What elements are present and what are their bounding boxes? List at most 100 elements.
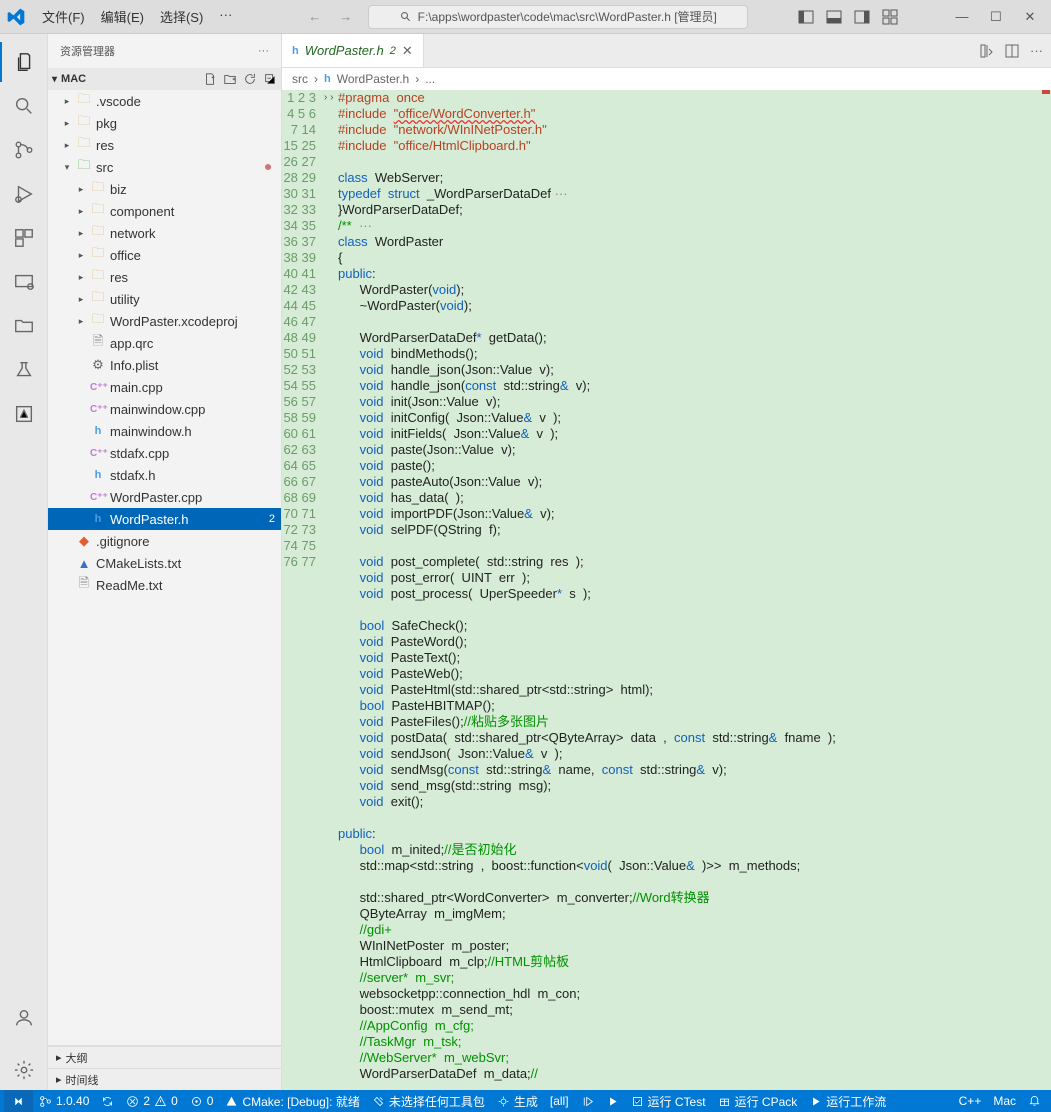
- minimize-icon[interactable]: —: [947, 9, 977, 25]
- sb-bell-icon[interactable]: [1022, 1094, 1047, 1107]
- breadcrumb-item[interactable]: WordPaster.h: [337, 72, 409, 86]
- outline-section[interactable]: ▸大纲: [48, 1046, 281, 1068]
- sb-target[interactable]: [all]: [544, 1090, 575, 1112]
- h-file-icon: h: [292, 45, 299, 57]
- layout-customize-icon[interactable]: [882, 9, 898, 25]
- tree-file[interactable]: ⚙Info.plist: [48, 354, 281, 376]
- activity-extensions-icon[interactable]: [0, 218, 48, 258]
- tree-folder[interactable]: ▸🗀WordPaster.xcodeproj: [48, 310, 281, 332]
- tree-folder[interactable]: ▸🗀utility: [48, 288, 281, 310]
- split-editor-icon[interactable]: [1004, 43, 1020, 59]
- activity-explorer-icon[interactable]: [0, 42, 48, 82]
- tree-file[interactable]: hstdafx.h: [48, 464, 281, 486]
- activity-scm-icon[interactable]: [0, 130, 48, 170]
- sb-build[interactable]: 生成: [491, 1090, 544, 1112]
- tree-folder[interactable]: ▸🗀pkg: [48, 112, 281, 134]
- editor-tabs: h WordPaster.h 2 ✕ ···: [282, 34, 1051, 68]
- tree-file[interactable]: C⁺⁺stdafx.cpp: [48, 442, 281, 464]
- menu-select[interactable]: 选择(S): [154, 4, 209, 29]
- activity-remote-icon[interactable]: [0, 262, 48, 302]
- sb-cpack[interactable]: 运行 CPack: [712, 1090, 804, 1112]
- sb-launch-icon[interactable]: [600, 1090, 625, 1112]
- activity-debug-icon[interactable]: [0, 174, 48, 214]
- command-center[interactable]: F:\apps\wordpaster\code\mac\src\WordPast…: [368, 5, 748, 29]
- compare-icon[interactable]: [978, 43, 994, 59]
- sb-sync-icon[interactable]: [95, 1090, 120, 1112]
- vscode-logo-icon: [6, 7, 26, 27]
- editor-tab[interactable]: h WordPaster.h 2 ✕: [282, 34, 424, 67]
- sidebar-more-icon[interactable]: ···: [258, 45, 269, 57]
- activity-testing-icon[interactable]: [0, 350, 48, 390]
- sb-toolkit[interactable]: 未选择任何工具包: [366, 1090, 491, 1112]
- tab-filename: WordPaster.h: [305, 43, 384, 58]
- sb-lang[interactable]: C++: [953, 1094, 988, 1108]
- activity-settings-icon[interactable]: [0, 1050, 48, 1090]
- fold-gutter[interactable]: › ›: [324, 90, 338, 1090]
- tree-file[interactable]: C⁺⁺mainwindow.cpp: [48, 398, 281, 420]
- tree-folder[interactable]: ▸🗀office: [48, 244, 281, 266]
- menu-file[interactable]: 文件(F): [36, 4, 91, 29]
- panel-right-icon[interactable]: [854, 9, 870, 25]
- window-controls: — ☐ ✕: [947, 9, 1045, 25]
- editor-more-icon[interactable]: ···: [1030, 43, 1043, 58]
- tab-badge: 2: [390, 45, 396, 57]
- menu-edit[interactable]: 编辑(E): [95, 4, 150, 29]
- sb-debug-launch-icon[interactable]: [575, 1090, 600, 1112]
- sidebar-footer: ▸大纲 ▸时间线: [48, 1045, 281, 1090]
- h-file-icon: h: [324, 73, 331, 85]
- tree-file[interactable]: ◆.gitignore: [48, 530, 281, 552]
- tree-folder[interactable]: ▸🗀component: [48, 200, 281, 222]
- tree-file[interactable]: 🗎app.qrc: [48, 332, 281, 354]
- activity-folder-icon[interactable]: [0, 306, 48, 346]
- timeline-section[interactable]: ▸时间线: [48, 1068, 281, 1090]
- sidebar-root[interactable]: ▾ MAC: [48, 68, 281, 90]
- activity-account-icon[interactable]: [0, 998, 48, 1038]
- sb-cmake[interactable]: CMake: [Debug]: 就绪: [219, 1090, 365, 1112]
- line-gutter: 1 2 3 4 5 6 7 14 15 25 26 27 28 29 30 31…: [282, 90, 324, 1090]
- new-file-icon[interactable]: [203, 72, 217, 86]
- tree-folder[interactable]: ▸🗀network: [48, 222, 281, 244]
- menu-more[interactable]: ···: [213, 4, 238, 29]
- tree-folder[interactable]: ▸🗀res: [48, 134, 281, 156]
- tree-file[interactable]: C⁺⁺WordPaster.cpp: [48, 486, 281, 508]
- file-tree[interactable]: ▸🗀.vscode▸🗀pkg▸🗀res▾🗀src▸🗀biz▸🗀component…: [48, 90, 281, 1045]
- close-icon[interactable]: ✕: [1015, 9, 1045, 25]
- breadcrumb-item[interactable]: src: [292, 72, 308, 86]
- panel-left-icon[interactable]: [798, 9, 814, 25]
- refresh-icon[interactable]: [243, 72, 257, 86]
- collapse-all-icon[interactable]: [263, 72, 277, 86]
- tree-folder[interactable]: ▸🗀biz: [48, 178, 281, 200]
- breadcrumb[interactable]: src› h WordPaster.h› ...: [282, 68, 1051, 90]
- tree-file[interactable]: C⁺⁺main.cpp: [48, 376, 281, 398]
- activity-bar: [0, 34, 48, 1090]
- nav-back-icon[interactable]: ←: [308, 9, 321, 24]
- new-folder-icon[interactable]: [223, 72, 237, 86]
- sidebar-title: 资源管理器: [60, 43, 258, 59]
- activity-cmake-icon[interactable]: [0, 394, 48, 434]
- tree-file[interactable]: ▲CMakeLists.txt: [48, 552, 281, 574]
- tree-file[interactable]: 🗎ReadMe.txt: [48, 574, 281, 596]
- sb-ports[interactable]: 0: [184, 1090, 220, 1112]
- activity-search-icon[interactable]: [0, 86, 48, 126]
- sb-workflow[interactable]: 运行工作流: [803, 1090, 892, 1112]
- sb-problems[interactable]: 2 0: [120, 1090, 183, 1112]
- tree-folder[interactable]: ▸🗀.vscode: [48, 90, 281, 112]
- statusbar: 1.0.40 2 0 0 CMake: [Debug]: 就绪 未选择任何工具包…: [0, 1090, 1051, 1112]
- code-content[interactable]: #pragma once #include "office/WordConver…: [338, 90, 1051, 1090]
- tab-close-icon[interactable]: ✕: [402, 43, 413, 59]
- maximize-icon[interactable]: ☐: [981, 9, 1011, 25]
- sb-version[interactable]: 1.0.40: [33, 1090, 95, 1112]
- code-editor[interactable]: 1 2 3 4 5 6 7 14 15 25 26 27 28 29 30 31…: [282, 90, 1051, 1090]
- panel-bottom-icon[interactable]: [826, 9, 842, 25]
- breadcrumb-item[interactable]: ...: [425, 72, 435, 86]
- sb-platform[interactable]: Mac: [987, 1094, 1022, 1108]
- tree-file[interactable]: hmainwindow.h: [48, 420, 281, 442]
- tree-file[interactable]: hWordPaster.h2: [48, 508, 281, 530]
- sb-remote-icon[interactable]: [4, 1090, 33, 1112]
- editor-area: h WordPaster.h 2 ✕ ··· src› h WordPaster…: [282, 34, 1051, 1090]
- sb-ctest[interactable]: 运行 CTest: [625, 1090, 712, 1112]
- tree-folder[interactable]: ▸🗀res: [48, 266, 281, 288]
- tree-folder[interactable]: ▾🗀src: [48, 156, 281, 178]
- titlebar: 文件(F) 编辑(E) 选择(S) ··· ← → F:\apps\wordpa…: [0, 0, 1051, 34]
- nav-forward-icon[interactable]: →: [339, 9, 352, 24]
